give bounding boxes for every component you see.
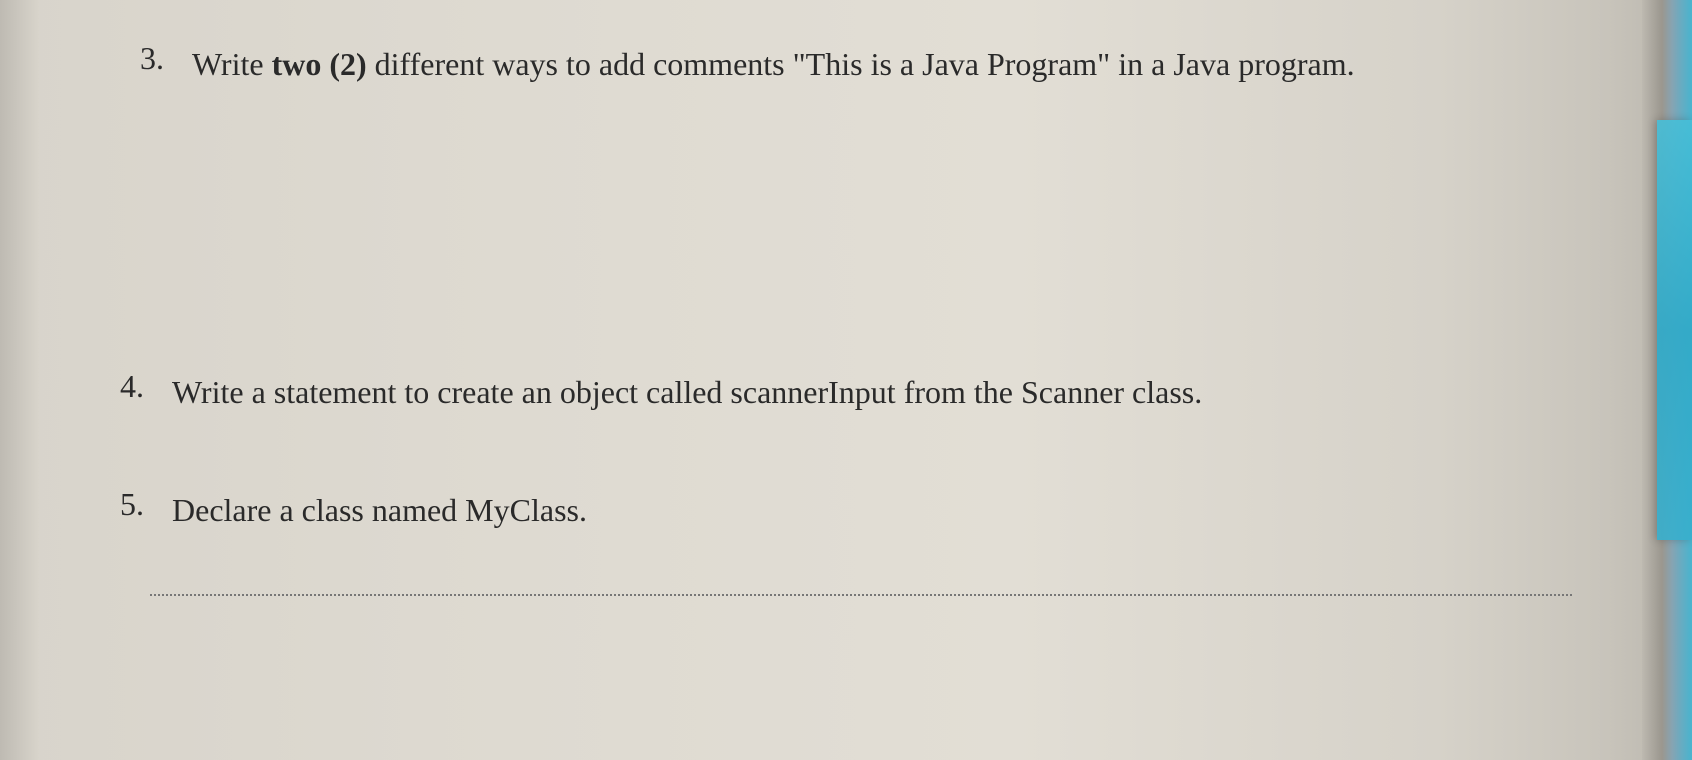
question-5: 5. Declare a class named MyClass. — [60, 486, 1632, 534]
question-text-prefix: Write a statement to create an object ca… — [172, 374, 1202, 410]
question-text: Declare a class named MyClass. — [172, 492, 587, 528]
question-text-bold: two (2) — [272, 46, 367, 82]
question-text-suffix: different ways to add comments "This is … — [367, 46, 1355, 82]
question-text-prefix: Declare a class named MyClass. — [172, 492, 587, 528]
question-4: 4. Write a statement to create an object… — [60, 368, 1632, 416]
section-divider — [150, 594, 1572, 596]
blue-tab-edge — [1657, 120, 1692, 540]
question-3: 3. Write two (2) different ways to add c… — [60, 40, 1632, 88]
question-text: Write a statement to create an object ca… — [172, 374, 1202, 410]
question-text: Write two (2) different ways to add comm… — [192, 46, 1355, 82]
worksheet-page: 3. Write two (2) different ways to add c… — [0, 0, 1692, 760]
question-text-prefix: Write — [192, 46, 272, 82]
question-number: 5. — [120, 486, 144, 523]
question-number: 3. — [140, 40, 164, 77]
question-number: 4. — [120, 368, 144, 405]
